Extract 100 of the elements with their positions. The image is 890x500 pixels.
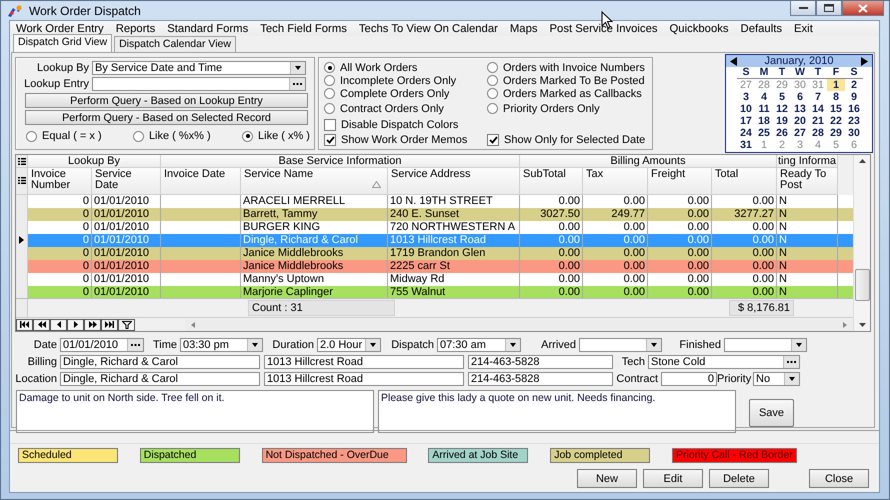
calendar-day[interactable]: 12 xyxy=(773,103,791,115)
column-header[interactable]: Freight xyxy=(648,168,712,195)
query-button[interactable]: Perform Query - Based on Lookup Entry xyxy=(25,93,308,108)
browse-button[interactable] xyxy=(289,78,305,90)
calendar-day[interactable]: 14 xyxy=(809,103,827,115)
phone-field[interactable]: 214-463-5828 xyxy=(468,354,613,368)
calendar-day[interactable]: 9 xyxy=(845,91,863,103)
browse-button[interactable] xyxy=(783,356,799,368)
radio-button[interactable] xyxy=(132,130,144,142)
name-field[interactable]: Dingle, Richard & Carol xyxy=(60,372,260,386)
calendar-day[interactable]: 20 xyxy=(791,115,809,127)
notes-field[interactable]: Please give this lady a quote on new unit. Needs financing. xyxy=(378,390,736,433)
calendar-day[interactable]: 17 xyxy=(737,115,755,127)
save-button[interactable]: Save xyxy=(749,399,794,427)
radio-button[interactable] xyxy=(487,75,498,86)
column-header[interactable]: Total xyxy=(712,168,777,195)
time-dropdown[interactable]: 03:30 pm xyxy=(180,338,263,352)
address-field[interactable]: 1013 Hillcrest Road xyxy=(264,372,464,386)
calendar-day[interactable]: 24 xyxy=(737,127,755,139)
calendar-day[interactable]: 15 xyxy=(827,103,845,115)
radio-button[interactable] xyxy=(487,62,498,73)
table-row[interactable]: 0 01/01/2010 BURGER KING 720 NORTHWESTERN A 0.00 0.00 0.00 0.00 N xyxy=(16,220,853,234)
calendar-day[interactable]: 6 xyxy=(791,91,809,103)
calendar-day[interactable]: 19 xyxy=(773,115,791,127)
tab[interactable]: Dispatch Grid View xyxy=(13,34,112,52)
date-field[interactable]: 01/01/2010 xyxy=(60,338,144,352)
menu-item[interactable]: Quickbooks xyxy=(670,22,729,34)
radio-button[interactable] xyxy=(324,103,335,114)
calendar-day[interactable]: 5 xyxy=(773,91,791,103)
scroll-up-icon[interactable] xyxy=(858,159,866,163)
date-picker-button[interactable] xyxy=(127,338,143,350)
table-row[interactable]: 0 01/01/2010 Marjorie Caplinger 755 Walnut 0.00 0.00 0.00 0.00 N xyxy=(16,286,853,298)
column-header[interactable]: Tax xyxy=(583,168,648,195)
arrived-dropdown[interactable] xyxy=(579,338,662,352)
calendar-day[interactable]: 29 xyxy=(773,79,791,91)
scroll-right-icon[interactable] xyxy=(843,322,847,328)
radio-button[interactable] xyxy=(324,62,335,73)
column-header[interactable]: Service Address xyxy=(388,168,520,195)
calendar-day[interactable]: 23 xyxy=(845,115,863,127)
calendar-day[interactable]: 16 xyxy=(845,103,863,115)
radio-button[interactable] xyxy=(487,88,498,99)
checkbox[interactable] xyxy=(487,134,499,146)
calendar-day[interactable]: 11 xyxy=(755,103,773,115)
calendar-day[interactable]: 8 xyxy=(827,91,845,103)
action-button[interactable]: Delete xyxy=(709,469,769,488)
next-month-icon[interactable] xyxy=(861,56,868,66)
tech-field[interactable]: Stone Cold xyxy=(648,354,800,368)
minimize-button[interactable] xyxy=(790,1,816,16)
column-chooser-icon[interactable] xyxy=(18,177,26,184)
scroll-down-icon[interactable] xyxy=(858,323,866,327)
scroll-thumb[interactable] xyxy=(854,269,870,301)
radio-button[interactable] xyxy=(324,88,335,99)
radio-button[interactable] xyxy=(487,103,498,114)
last-record-button[interactable] xyxy=(101,318,118,331)
maximize-button[interactable] xyxy=(816,1,842,16)
column-header[interactable]: Service Name xyxy=(241,168,388,195)
table-row[interactable]: 0 01/01/2010 Manny's Uptown Midway Rd 0.00 0.00 0.00 0.00 N xyxy=(16,272,853,286)
column-header[interactable]: Ready To Post xyxy=(777,168,838,195)
calendar-day[interactable]: 28 xyxy=(755,79,773,91)
calendar-day[interactable]: 25 xyxy=(755,127,773,139)
calendar-day[interactable]: 2 xyxy=(773,139,791,151)
calendar-day[interactable]: 30 xyxy=(845,127,863,139)
menu-item[interactable]: Tech Field Forms xyxy=(260,22,347,34)
contract-field[interactable]: 0 xyxy=(661,372,717,386)
menu-item[interactable]: Reports xyxy=(116,22,156,34)
action-button[interactable]: Close xyxy=(809,469,869,488)
calendar-day[interactable]: 31 xyxy=(737,139,755,151)
calendar-day[interactable]: 21 xyxy=(809,115,827,127)
calendar-day[interactable]: 2 xyxy=(845,79,863,91)
first-record-button[interactable] xyxy=(16,318,33,331)
vertical-scrollbar[interactable] xyxy=(853,155,870,331)
column-header[interactable]: Invoice Date xyxy=(161,168,241,195)
scroll-left-icon[interactable] xyxy=(191,322,195,328)
calendar-day[interactable]: 5 xyxy=(827,139,845,151)
radio-button[interactable] xyxy=(324,75,335,86)
filter-button[interactable] xyxy=(118,318,135,331)
calendar-day[interactable]: 30 xyxy=(791,79,809,91)
calendar-day[interactable]: 3 xyxy=(791,139,809,151)
name-field[interactable]: Dingle, Richard & Carol xyxy=(60,354,260,368)
calendar-day[interactable]: 10 xyxy=(737,103,755,115)
previous-month-icon[interactable] xyxy=(730,56,737,66)
address-field[interactable]: 1013 Hillcrest Road xyxy=(264,354,464,368)
tab[interactable]: Dispatch Calendar View xyxy=(114,36,236,52)
calendar-day[interactable]: 27 xyxy=(791,127,809,139)
menu-item[interactable]: Defaults xyxy=(740,22,782,34)
table-row[interactable]: 0 01/01/2010 ARACELI MERRELL 10 N. 19TH STREET 0.00 0.00 0.00 0.00 N xyxy=(16,194,853,208)
calendar-day[interactable]: 13 xyxy=(791,103,809,115)
checkbox[interactable] xyxy=(324,134,336,146)
close-button[interactable] xyxy=(842,1,884,16)
radio-button[interactable] xyxy=(242,130,254,142)
dispatch-dropdown[interactable]: 07:30 am xyxy=(437,338,521,352)
checkbox[interactable] xyxy=(324,119,336,131)
calendar-day[interactable]: 27 xyxy=(737,79,755,91)
calendar-day[interactable]: 3 xyxy=(737,91,755,103)
lookup-by-dropdown[interactable]: By Service Date and Time xyxy=(92,61,306,75)
table-row[interactable]: 0 01/01/2010 Barrett, Tammy 240 E. Sunset 3027.50 249.77 0.00 3277.27 N xyxy=(16,208,853,221)
query-button[interactable]: Perform Query - Based on Selected Record xyxy=(25,110,308,125)
menu-item[interactable]: Maps xyxy=(510,22,538,34)
calendar-day[interactable]: 1 xyxy=(755,139,773,151)
previous-page-button[interactable] xyxy=(33,318,50,331)
